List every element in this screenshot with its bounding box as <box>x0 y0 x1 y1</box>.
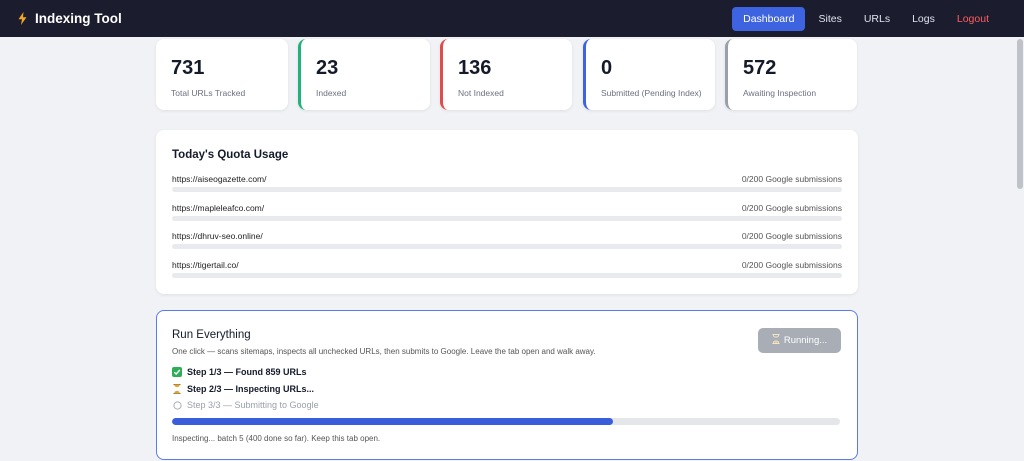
run-button[interactable]: Running... <box>758 328 841 353</box>
step-label: Step 3/3 — Submitting to Google <box>187 400 319 410</box>
quota-bar <box>172 216 842 221</box>
quota-site: https://aiseogazette.com/ <box>172 174 267 184</box>
stat-value: 23 <box>316 57 339 79</box>
run-status: Inspecting... batch 5 (400 done so far).… <box>172 434 381 443</box>
quota-site: https://mapleleafco.com/ <box>172 203 265 213</box>
stat-value: 136 <box>458 57 492 79</box>
quota-count: 0/200 Google submissions <box>741 203 842 213</box>
stat-card-not-indexed: 136 Not Indexed <box>440 39 572 110</box>
stat-label: Awaiting Inspection <box>743 88 817 98</box>
stat-value: 572 <box>743 57 777 79</box>
stat-label: Indexed <box>316 88 347 98</box>
quota-bar <box>172 273 842 278</box>
step-label: Step 2/3 — Inspecting URLs... <box>187 384 315 394</box>
circle-icon <box>172 400 182 410</box>
run-title: Run Everything <box>172 329 251 341</box>
stat-value: 731 <box>171 57 205 79</box>
stat-card-submitted: 0 Submitted (Pending Index) <box>583 39 715 110</box>
run-everything-panel: Run Everything One click — scans sitemap… <box>156 310 858 460</box>
stat-label: Total URLs Tracked <box>171 88 246 98</box>
step-label: Step 1/3 — Found 859 URLs <box>187 367 307 377</box>
quota-bar <box>172 187 842 192</box>
quota-row: https://dhruv-seo.online/ 0/200 Google s… <box>172 231 842 253</box>
nav-dashboard[interactable]: Dashboard <box>732 6 806 31</box>
check-icon <box>172 367 182 377</box>
brand[interactable]: Indexing Tool <box>18 0 122 37</box>
page-scrollbar[interactable] <box>1016 37 1024 461</box>
hourglass-icon <box>772 334 780 347</box>
nav-logout[interactable]: Logout <box>948 7 998 31</box>
quota-site: https://dhruv-seo.online/ <box>172 231 263 241</box>
top-navbar: Indexing Tool Dashboard Sites URLs Logs … <box>0 0 1024 37</box>
stat-card-awaiting: 572 Awaiting Inspection <box>725 39 857 110</box>
run-progress-bar <box>172 418 840 425</box>
quota-count: 0/200 Google submissions <box>741 260 842 270</box>
stat-label: Not Indexed <box>458 88 504 98</box>
hourglass-icon <box>172 384 182 394</box>
stat-card-total: 731 Total URLs Tracked <box>156 39 288 110</box>
quota-row: https://mapleleafco.com/ 0/200 Google su… <box>172 203 842 225</box>
quota-count: 0/200 Google submissions <box>741 174 842 184</box>
nav-logs[interactable]: Logs <box>903 7 944 31</box>
nav-links: Dashboard Sites URLs Logs Logout <box>732 0 998 37</box>
step-2: Step 2/3 — Inspecting URLs... <box>172 384 314 394</box>
stat-card-indexed: 23 Indexed <box>298 39 430 110</box>
quota-count: 0/200 Google submissions <box>741 231 842 241</box>
stat-label: Submitted (Pending Index) <box>601 88 702 98</box>
nav-urls[interactable]: URLs <box>855 7 899 31</box>
app-title: Indexing Tool <box>35 11 122 26</box>
step-3: Step 3/3 — Submitting to Google <box>172 400 319 410</box>
quota-bar <box>172 244 842 249</box>
scrollbar-thumb[interactable] <box>1017 39 1023 189</box>
quota-title: Today's Quota Usage <box>172 149 289 161</box>
quota-row: https://aiseogazette.com/ 0/200 Google s… <box>172 174 842 196</box>
run-button-label: Running... <box>783 335 828 346</box>
lightning-icon <box>18 12 27 25</box>
run-progress-fill <box>172 418 613 425</box>
nav-sites[interactable]: Sites <box>809 7 850 31</box>
quota-site: https://tigertail.co/ <box>172 260 239 270</box>
step-1: Step 1/3 — Found 859 URLs <box>172 367 307 377</box>
quota-row: https://tigertail.co/ 0/200 Google submi… <box>172 260 842 282</box>
run-description: One click — scans sitemaps, inspects all… <box>172 347 596 356</box>
stat-value: 0 <box>601 57 613 79</box>
quota-panel: Today's Quota Usage https://aiseogazette… <box>156 130 858 294</box>
